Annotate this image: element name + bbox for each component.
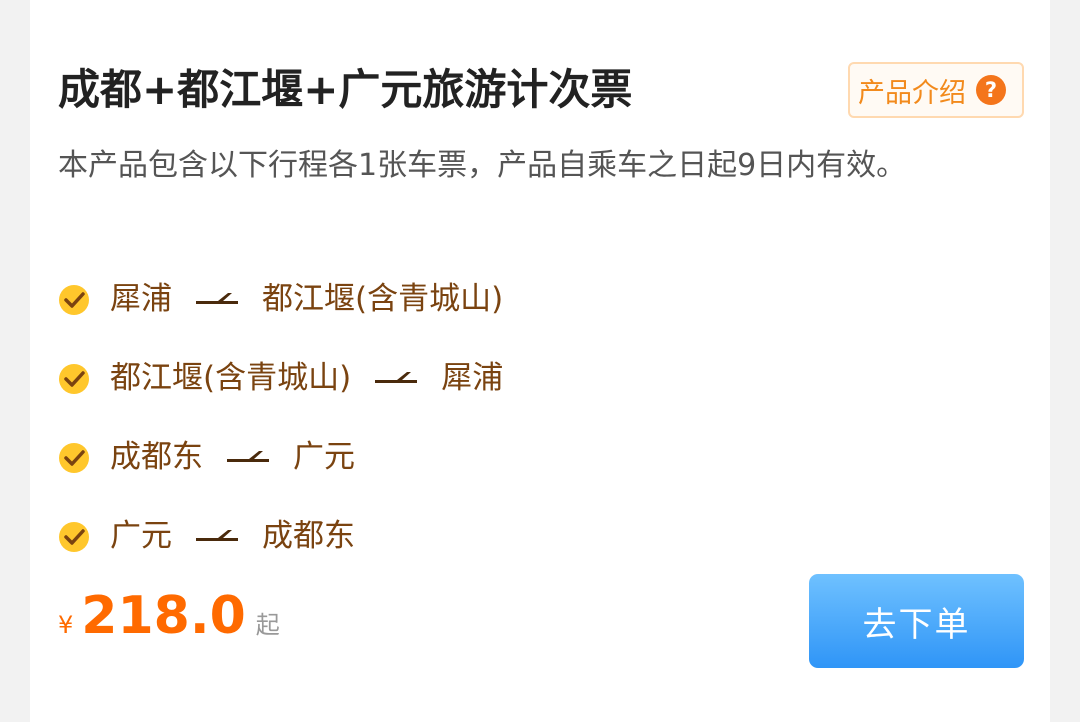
route-from: 犀浦 [110, 281, 172, 317]
help-circle-icon: ? [976, 75, 1006, 105]
route-from: 广元 [110, 518, 172, 554]
arrow-right-icon [196, 293, 238, 304]
price-amount: 218.0 [81, 586, 246, 646]
product-description: 本产品包含以下行程各1张车票，产品自乘车之日起9日内有效。 [58, 148, 907, 183]
price-suffix: 起 [255, 611, 280, 639]
route-to: 成都东 [262, 518, 355, 554]
route-item: 犀浦 都江堰(含青城山) [58, 272, 503, 351]
check-circle-icon [59, 285, 89, 315]
place-order-label: 去下单 [862, 604, 971, 645]
route-to: 广元 [293, 439, 355, 475]
currency-symbol: ¥ [58, 611, 74, 639]
route-text: 都江堰(含青城山) 犀浦 [110, 351, 503, 405]
check-circle-icon [59, 364, 89, 394]
product-intro-label: 产品介绍 [858, 77, 966, 109]
product-intro-button[interactable]: 产品介绍 ? [848, 62, 1024, 118]
arrow-right-icon [196, 530, 238, 541]
place-order-button[interactable]: 去下单 [809, 574, 1024, 668]
route-item: 都江堰(含青城山) 犀浦 [58, 351, 503, 430]
route-to: 犀浦 [441, 360, 504, 396]
route-list: 犀浦 都江堰(含青城山) 都江堰(含青城山) 犀浦 成都东 广元 广元 成都东 [58, 272, 503, 588]
route-from: 都江堰(含青城山) [110, 360, 352, 396]
arrow-right-icon [375, 372, 418, 383]
route-to: 都江堰(含青城山) [262, 281, 504, 317]
route-item: 成都东 广元 [58, 430, 503, 509]
route-text: 广元 成都东 [110, 509, 355, 563]
check-circle-icon [59, 443, 89, 473]
route-item: 广元 成都东 [58, 509, 503, 588]
product-title: 成都+都江堰+广元旅游计次票 [58, 65, 633, 114]
arrow-right-icon [227, 451, 269, 462]
check-circle-icon [59, 522, 89, 552]
route-text: 成都东 广元 [110, 430, 355, 484]
price-display: ¥ 218.0 起 [58, 586, 280, 656]
ticket-product-card: 成都+都江堰+广元旅游计次票 产品介绍 ? 本产品包含以下行程各1张车票，产品自… [30, 0, 1050, 722]
route-text: 犀浦 都江堰(含青城山) [110, 272, 503, 326]
route-from: 成都东 [110, 439, 203, 475]
